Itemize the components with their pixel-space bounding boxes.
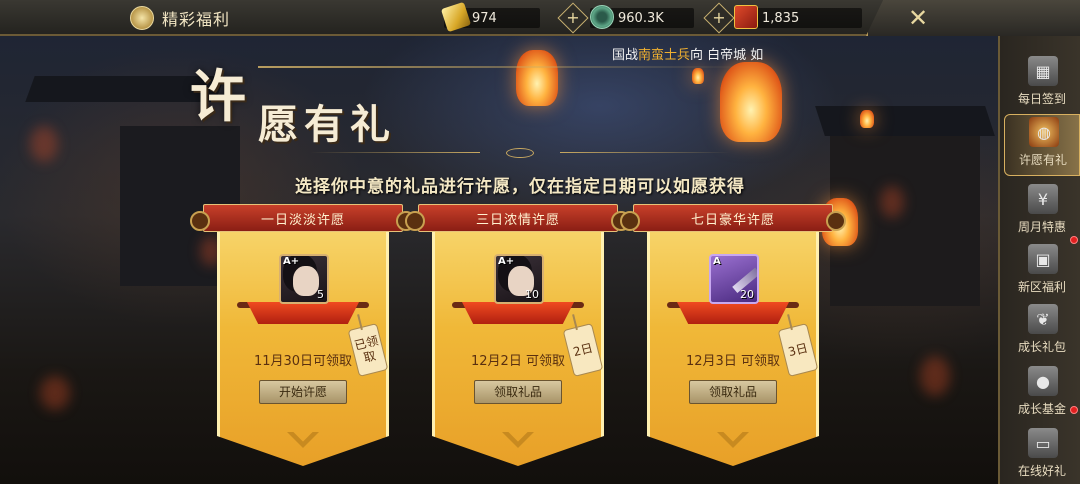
reward-item-slot[interactable]: A+ 10 <box>494 254 544 304</box>
item-count: 20 <box>740 288 754 301</box>
ticker-highlight: 南蛮士兵 <box>638 48 691 63</box>
sky-lantern <box>720 62 782 142</box>
card-ribbon: 七日豪华许愿 <box>620 204 846 232</box>
red-lantern-glow <box>40 376 70 410</box>
item-count: 5 <box>317 288 324 301</box>
coin-amount: 960.3K <box>618 10 664 26</box>
page-title: 精彩福利 <box>162 10 231 29</box>
plus-icon: + <box>566 8 580 27</box>
card-ribbon: 一日淡淡许愿 <box>190 204 416 232</box>
red-lantern-glow <box>30 126 58 162</box>
pagoda-roof <box>815 106 995 136</box>
coin-resource: 960.3K <box>590 5 694 29</box>
gift-icon: ▣ <box>1028 244 1058 274</box>
divider-line <box>560 152 730 153</box>
wish-card-2: 三日浓情许愿 A+ 10 12月2日 可领取 2日 领取礼品 <box>405 204 631 466</box>
close-icon: ✕ <box>907 4 929 32</box>
calendar-icon: ▦ <box>1028 56 1058 86</box>
book-amount: 1,835 <box>762 10 800 26</box>
sidebar-item-growth-pack[interactable]: ❦ 成长礼包 <box>1004 302 1080 364</box>
reward-item-slot[interactable]: A 20 <box>709 254 759 304</box>
sidebar-item-label: 周月特惠 <box>1017 220 1066 234</box>
reward-item-slot[interactable]: A+ 5 <box>279 254 329 304</box>
page-header: 精彩福利 <box>130 4 230 32</box>
item-grade: A <box>713 256 721 267</box>
piggy-bank-icon: ● <box>1028 366 1058 396</box>
book-resource: 1,835 <box>734 5 862 29</box>
sky-lantern <box>516 50 558 106</box>
divider-knot <box>506 148 534 158</box>
title-rule <box>258 66 748 68</box>
banner-subtitle: 选择你中意的礼品进行许愿，仅在指定日期可以如愿获得 <box>295 177 745 197</box>
news-ticker: 国战南蛮士兵向 白帝城 如 <box>612 44 778 64</box>
banner-title-first-char: 许 <box>190 64 246 130</box>
divider-line <box>310 152 480 153</box>
item-count: 10 <box>525 288 539 301</box>
sky-lantern <box>860 110 874 128</box>
notification-dot <box>1070 236 1078 244</box>
red-lantern-glow <box>920 356 950 396</box>
sidebar-item-wish-gift[interactable]: ◍ 许愿有礼 <box>1004 114 1080 176</box>
sidebar-item-online-gift[interactable]: ▭ 在线好礼 <box>1004 426 1080 484</box>
add-books-button[interactable]: + <box>703 2 735 34</box>
gold-amount: 974 <box>472 10 497 26</box>
banner-subtitle-row: 选择你中意的礼品进行许愿，仅在指定日期可以如愿获得 <box>0 172 1080 197</box>
sidebar-item-new-server-benefits[interactable]: ▣ 新区福利 <box>1004 242 1080 304</box>
sidebar-item-label: 成长礼包 <box>1017 340 1066 354</box>
display-cushion <box>247 302 359 324</box>
banner-title-rest: 愿有礼 <box>258 101 396 148</box>
sky-lantern <box>692 68 704 84</box>
plus-icon: + <box>712 8 726 27</box>
sidebar-item-weekly-monthly-deal[interactable]: ¥ 周月特惠 <box>1004 182 1080 244</box>
display-cushion <box>677 302 789 324</box>
sidebar-item-growth-fund[interactable]: ● 成长基金 <box>1004 364 1080 426</box>
claim-gift-button[interactable]: 领取礼品 <box>689 380 777 404</box>
gold-resource: 974 <box>440 1 540 33</box>
add-coins-button[interactable]: + <box>557 2 589 34</box>
sidebar-item-daily-checkin[interactable]: ▦ 每日签到 <box>1004 54 1080 116</box>
card-ribbon: 三日浓情许愿 <box>405 204 631 232</box>
wish-card-1: 一日淡淡许愿 A+ 5 11月30日可领取 已领取 开始许愿 <box>190 204 416 466</box>
card-ribbon-label: 七日豪华许愿 <box>690 212 775 228</box>
red-book-icon <box>734 5 758 29</box>
lantern-icon: ◍ <box>1029 117 1059 147</box>
item-grade: A+ <box>283 256 300 267</box>
sidebar-item-label: 在线好礼 <box>1017 464 1066 478</box>
ornament-divider <box>310 148 730 158</box>
yen-card-icon: ¥ <box>1028 184 1058 214</box>
sidebar: ▦ 每日签到 ◍ 许愿有礼 ¥ 周月特惠 ▣ 新区福利 ❦ 成长礼包 ● 成长基… <box>998 36 1080 484</box>
display-cushion <box>462 302 574 324</box>
copper-coin-icon <box>590 5 614 29</box>
lantern-icon <box>130 6 154 30</box>
sidebar-item-label: 新区福利 <box>1017 280 1066 294</box>
close-button[interactable]: ✕ <box>900 4 936 32</box>
sidebar-item-label: 许愿有礼 <box>1018 153 1067 167</box>
sidebar-item-label: 成长基金 <box>1017 402 1066 416</box>
sidebar-item-label: 每日签到 <box>1017 92 1066 106</box>
monitor-icon: ▭ <box>1028 428 1058 458</box>
notification-dot <box>1070 406 1078 414</box>
card-ribbon-label: 一日淡淡许愿 <box>260 212 345 228</box>
close-tab <box>866 0 1080 36</box>
leaf-icon: ❦ <box>1028 304 1058 334</box>
item-grade: A+ <box>498 256 515 267</box>
start-wish-button[interactable]: 开始许愿 <box>259 380 347 404</box>
card-ribbon-label: 三日浓情许愿 <box>475 212 560 228</box>
hero-portrait-icon <box>293 266 319 296</box>
claim-gift-button[interactable]: 领取礼品 <box>474 380 562 404</box>
ticker-prefix: 国战 <box>612 48 639 63</box>
ticker-suffix: 向 白帝城 如 <box>690 48 764 63</box>
wish-card-3: 七日豪华许愿 A 20 12月3日 可领取 3日 领取礼品 <box>620 204 846 466</box>
